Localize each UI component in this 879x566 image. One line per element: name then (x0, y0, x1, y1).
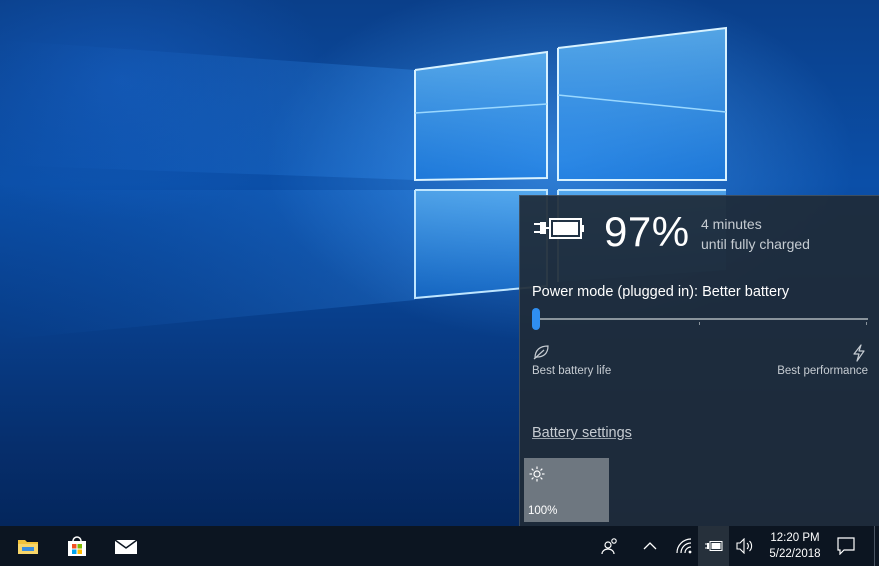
slider-tick (866, 322, 867, 325)
best-battery-life-label: Best battery life (532, 365, 612, 377)
battery-percentage: 97% (604, 208, 690, 255)
charge-time-line1: 4 minutes (701, 216, 762, 232)
charge-time-remaining: 4 minutes until fully charged (701, 214, 810, 254)
battery-flyout: 97% 4 minutes until fully charged Power … (519, 195, 879, 527)
chevron-up-icon (643, 542, 657, 550)
people-icon (601, 538, 617, 555)
brightness-quick-action[interactable]: 100% (524, 458, 609, 522)
action-center-button[interactable] (833, 526, 859, 566)
power-mode-label: Power mode (plugged in): Better battery (532, 284, 790, 300)
slider-thumb[interactable] (532, 308, 540, 330)
people-button[interactable] (596, 526, 624, 566)
volume-button[interactable] (732, 526, 758, 566)
network-button[interactable] (671, 526, 697, 566)
volume-icon (736, 538, 753, 554)
lightning-icon (853, 344, 865, 362)
show-desktop-button[interactable] (874, 526, 875, 566)
mail-icon (114, 539, 138, 554)
brightness-icon (529, 466, 545, 482)
slider-tick (699, 322, 700, 325)
battery-icon (704, 541, 722, 551)
file-explorer-icon (18, 540, 38, 554)
action-center-icon (837, 537, 855, 555)
battery-tray-button[interactable] (698, 526, 729, 566)
charge-time-line2: until fully charged (701, 236, 810, 252)
taskbar: 12:20 PM 5/22/2018 (0, 526, 879, 566)
clock-time: 12:20 PM (770, 532, 820, 544)
wifi-icon (676, 538, 692, 554)
clock-button[interactable]: 12:20 PM 5/22/2018 (762, 530, 828, 562)
file-explorer-button[interactable] (8, 526, 48, 566)
clock-date: 5/22/2018 (769, 548, 821, 560)
mail-button[interactable] (106, 526, 146, 566)
slider-track (532, 318, 868, 320)
best-performance-label: Best performance (777, 365, 868, 377)
brightness-value: 100% (528, 505, 558, 517)
battery-settings-link[interactable]: Battery settings (532, 425, 632, 441)
show-hidden-icons-button[interactable] (637, 526, 663, 566)
store-button[interactable] (57, 526, 97, 566)
battery-charging-icon (534, 218, 584, 239)
store-icon (68, 536, 86, 556)
leaf-icon (533, 345, 549, 360)
power-mode-slider[interactable] (532, 306, 868, 330)
